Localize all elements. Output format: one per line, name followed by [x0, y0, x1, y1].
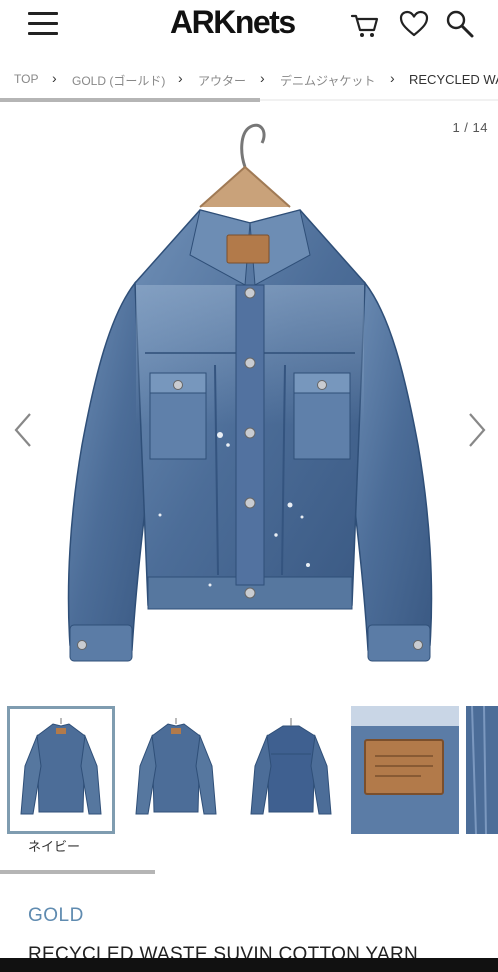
bottom-bar [0, 958, 498, 972]
thumbnail-strip [0, 706, 498, 836]
menu-icon[interactable] [26, 10, 60, 38]
color-label: ネイビー [28, 839, 81, 854]
brand-name[interactable]: GOLD [28, 905, 84, 927]
header: ARKnets [0, 0, 498, 50]
breadcrumb: TOP › GOLD (ゴールド) › アウター › デニムジャケット › RE… [0, 68, 498, 92]
thumbnail-scrollbar[interactable] [0, 870, 155, 874]
thumbnail-fabric-detail[interactable] [466, 706, 498, 834]
search-icon[interactable] [444, 8, 476, 40]
product-main-image[interactable] [40, 115, 460, 685]
previous-image-arrow-icon[interactable] [8, 410, 38, 450]
breadcrumb-item-brand[interactable]: GOLD (ゴールド) [72, 72, 165, 89]
thumbnail-leather-patch-detail[interactable] [351, 706, 459, 834]
breadcrumb-scroll-track [260, 99, 498, 101]
thumbnail-back[interactable] [237, 706, 345, 834]
cart-icon[interactable] [349, 8, 381, 40]
breadcrumb-separator-icon: › [178, 70, 183, 86]
breadcrumb-item-outer[interactable]: アウター [198, 72, 246, 89]
next-image-arrow-icon[interactable] [462, 410, 492, 450]
breadcrumb-separator-icon: › [260, 70, 265, 86]
site-logo[interactable]: ARKnets [170, 4, 296, 41]
breadcrumb-scrollbar[interactable] [0, 98, 260, 102]
thumbnail-front-selected[interactable] [7, 706, 115, 834]
breadcrumb-item-denim-jacket[interactable]: デニムジャケット [280, 72, 375, 89]
breadcrumb-separator-icon: › [390, 70, 395, 86]
breadcrumb-item-top[interactable]: TOP [14, 72, 38, 86]
breadcrumb-separator-icon: › [52, 70, 57, 86]
breadcrumb-item-current: RECYCLED WA [409, 72, 498, 87]
heart-icon[interactable] [398, 8, 430, 40]
thumbnail-front-alt[interactable] [122, 706, 230, 834]
